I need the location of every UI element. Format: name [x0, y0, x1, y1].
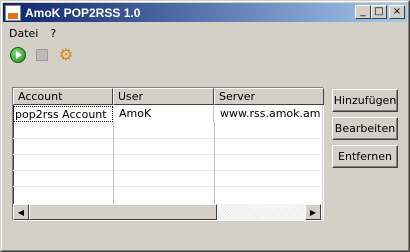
toolbar: ⚙ — [9, 46, 75, 64]
add-button[interactable]: Hinzufügen — [332, 89, 398, 112]
list-header: Account User Server — [13, 88, 324, 105]
scroll-left-icon[interactable]: ◀ — [13, 204, 29, 220]
app-window: AmoK POP2RSS 1.0 _ □ × Datei ? ⚙ Account… — [0, 0, 410, 252]
menu-help[interactable]: ? — [44, 27, 62, 40]
title-bar[interactable]: AmoK POP2RSS 1.0 _ □ × — [3, 3, 407, 22]
maximize-button[interactable]: □ — [371, 5, 387, 19]
close-button[interactable]: × — [389, 5, 405, 19]
remove-button[interactable]: Entfernen — [332, 145, 398, 168]
start-button[interactable] — [9, 46, 27, 64]
account-list[interactable]: Account User Server pop2rss Account AmoK… — [12, 87, 324, 221]
cell-account: pop2rss Account — [13, 106, 113, 122]
app-icon — [5, 4, 21, 21]
column-header-user[interactable]: User — [113, 88, 214, 105]
menu-datei[interactable]: Datei — [3, 27, 44, 40]
scroll-right-icon[interactable]: ▶ — [305, 204, 321, 220]
stop-button[interactable] — [33, 46, 51, 64]
column-header-account[interactable]: Account — [13, 88, 113, 105]
horizontal-scrollbar[interactable]: ◀ ▶ — [13, 204, 321, 220]
scroll-thumb[interactable] — [29, 204, 217, 220]
cell-server: www.rss.amok.am — [220, 107, 321, 120]
settings-gears-icon: ⚙ — [58, 45, 74, 64]
window-title: AmoK POP2RSS 1.0 — [25, 5, 141, 20]
stop-icon — [36, 49, 48, 61]
window-controls: _ □ × — [355, 5, 405, 19]
menu-bar: Datei ? — [3, 24, 62, 42]
column-header-server[interactable]: Server — [214, 88, 324, 105]
minimize-button[interactable]: _ — [355, 5, 371, 19]
start-icon — [10, 47, 26, 63]
cell-user: AmoK — [113, 106, 214, 122]
edit-button[interactable]: Bearbeiten — [332, 117, 398, 140]
settings-button[interactable]: ⚙ — [57, 46, 75, 64]
table-row[interactable]: pop2rss Account AmoK www.rss.amok.am — [13, 106, 321, 122]
